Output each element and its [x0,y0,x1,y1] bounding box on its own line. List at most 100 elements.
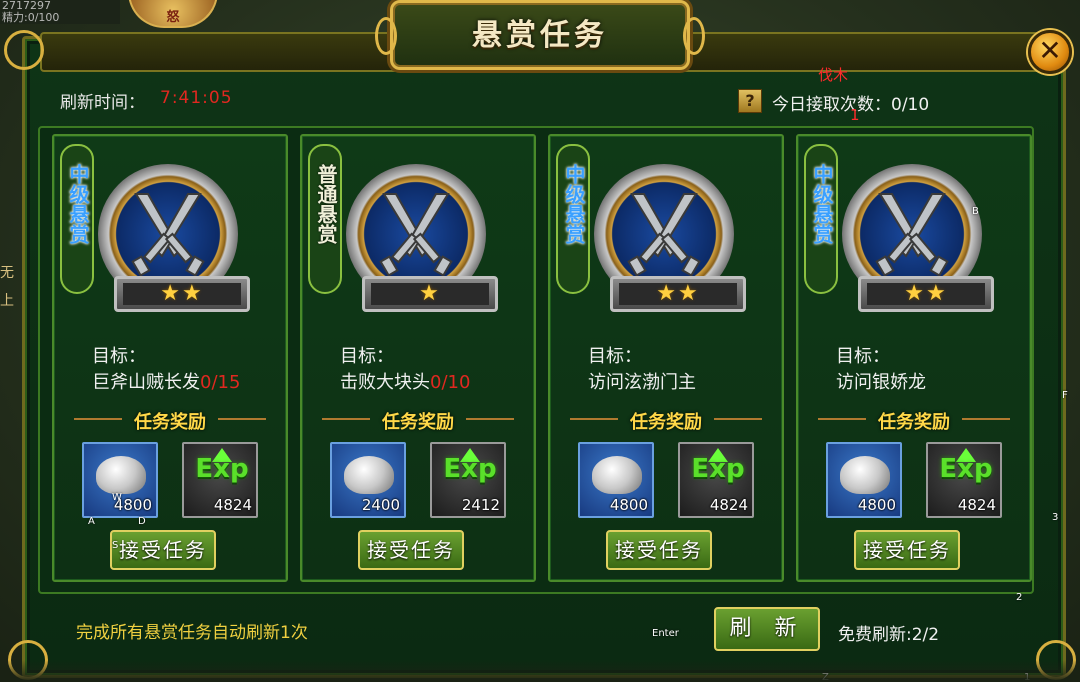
refresh-time-label: 刷新时间： [60,93,145,113]
difficulty-stars: ★★ [858,276,994,312]
exp-amount: 4824 [709,496,748,514]
title-ornament-right [683,17,705,55]
goal-target: 击败大块头 [340,372,430,393]
exp-reward[interactable]: Exp 4824 [678,442,754,518]
key-hint-w: W [112,492,122,503]
goal-target: 巨斧山贼长发 [92,372,200,393]
difficulty-stars: ★ [362,276,498,312]
close-button[interactable]: ✕ [1028,30,1072,74]
bounty-rank-tag: 中级悬赏 [60,144,94,294]
free-refresh-count: 免费刷新:2/2 [838,625,940,645]
title-plate: 悬赏任务 [375,0,705,70]
goal-label: 目标： [340,346,394,367]
goal-target: 访问银娇龙 [836,372,926,393]
floating-tip: 伐木 [818,66,849,84]
key-hint-s: S [112,540,119,551]
difficulty-stars: ★★ [114,276,250,312]
silver-ingot-icon [344,456,394,494]
bounty-rank-label: 中级悬赏 [66,164,90,244]
player-stats-hud: 2717297 精力:0/100 [0,0,120,24]
energy-readout: 精力:0/100 [2,11,60,24]
window-title: 悬赏任务 [472,18,608,53]
bounty-card: 中级悬赏 ★★ 目标： 访问银娇龙任务奖励 4800 Exp 4824 接受任务 [796,134,1032,582]
bounty-rank-tag: 普通悬赏 [308,144,342,294]
screen: { "hud": {"top_left_line1": "2717297", "… [0,0,1080,682]
rage-emblem-label: 怒 [166,10,180,25]
exp-icon: Exp [195,454,249,484]
exp-reward[interactable]: Exp 2412 [430,442,506,518]
exp-icon: Exp [939,454,993,484]
accept-quest-button[interactable]: 接受任务 [854,530,960,570]
difficulty-stars: ★★ [610,276,746,312]
bounty-rank-label: 普通悬赏 [314,164,338,244]
star-icons: ★★ [867,283,985,305]
divider [466,418,514,420]
exp-reward[interactable]: Exp 4824 [926,442,1002,518]
reward-title: 任务奖励 [878,412,950,433]
silver-amount: 4800 [609,496,648,514]
exp-icon: Exp [443,454,497,484]
exp-icon: Exp [691,454,745,484]
goal-description: 巨斧山贼长发0/15 [92,368,240,394]
goal-description: 访问银娇龙 [836,368,926,394]
goal-label: 目标： [92,346,146,367]
goal-label: 目标： [588,346,642,367]
silver-reward[interactable]: 2400 [330,442,406,518]
key-hint-b: B [972,206,979,217]
divider [714,418,762,420]
accept-quest-button[interactable]: 接受任务 [358,530,464,570]
reward-title: 任务奖励 [134,412,206,433]
exp-reward[interactable]: Exp 4824 [182,442,258,518]
exp-amount: 4824 [957,496,996,514]
corner-ornament [4,30,44,70]
floating-tip-number: 1 [850,106,860,124]
bounty-card: 中级悬赏 ★★ 目标： 访问泫渤门主任务奖励 4800 Exp 4824 接受任务 [548,134,784,582]
silver-ingot-icon [840,456,890,494]
side-text-1: 无 [0,265,14,281]
bounty-card: 中级悬赏 ★★ 目标： 巨斧山贼长发0/15 任务奖励 4800 Exp 4824 接受任务 [52,134,288,582]
reward-title: 任务奖励 [630,412,702,433]
silver-ingot-icon [96,456,146,494]
key-hint-d: D [138,516,146,527]
silver-reward[interactable]: 4800 [82,442,158,518]
silver-amount: 4800 [857,496,896,514]
bounty-rank-label: 中级悬赏 [810,164,834,244]
goal-progress: 0/10 [430,372,471,393]
exp-amount: 4824 [213,496,252,514]
accept-quest-button[interactable]: 接受任务 [110,530,216,570]
key-hint-f: F [1062,390,1068,401]
help-icon[interactable]: ? [738,89,762,113]
refresh-button[interactable]: 刷 新 [714,607,820,651]
bounty-card: 普通悬赏 ★ 目标： 击败大块头0/10 任务奖励 2400 Exp 2412 接受任务 [300,134,536,582]
goal-progress: 0/15 [200,372,241,393]
silver-ingot-icon [592,456,642,494]
key-hint-3: 3 [1052,512,1059,523]
star-icons: ★★ [619,283,737,305]
bounty-rank-label: 中级悬赏 [562,164,586,244]
silver-reward[interactable]: 4800 [578,442,654,518]
key-hint-enter: Enter [652,628,679,639]
bounty-rank-tag: 中级悬赏 [804,144,838,294]
goal-description: 击败大块头0/10 [340,368,470,394]
goal-target: 访问泫渤门主 [588,372,696,393]
star-icons: ★★ [123,283,241,305]
rage-emblem[interactable]: 怒 [128,0,218,28]
divider [962,418,1010,420]
exp-amount: 2412 [461,496,500,514]
star-icons: ★ [371,283,489,305]
auto-refresh-note: 完成所有悬赏任务自动刷新1次 [76,623,308,643]
divider [218,418,266,420]
refresh-countdown: 7:41:05 [160,88,233,108]
silver-reward[interactable]: 4800 [826,442,902,518]
bottom-hud-strip [0,660,1080,682]
side-text-2: 上 [0,293,14,309]
bounty-rank-tag: 中级悬赏 [556,144,590,294]
key-hint-2: 2 [1016,592,1023,603]
goal-label: 目标： [836,346,890,367]
accept-quest-button[interactable]: 接受任务 [606,530,712,570]
reward-title: 任务奖励 [382,412,454,433]
goal-description: 访问泫渤门主 [588,368,696,394]
title-ornament-left [375,17,397,55]
key-hint-a: A [88,516,95,527]
silver-amount: 2400 [361,496,400,514]
